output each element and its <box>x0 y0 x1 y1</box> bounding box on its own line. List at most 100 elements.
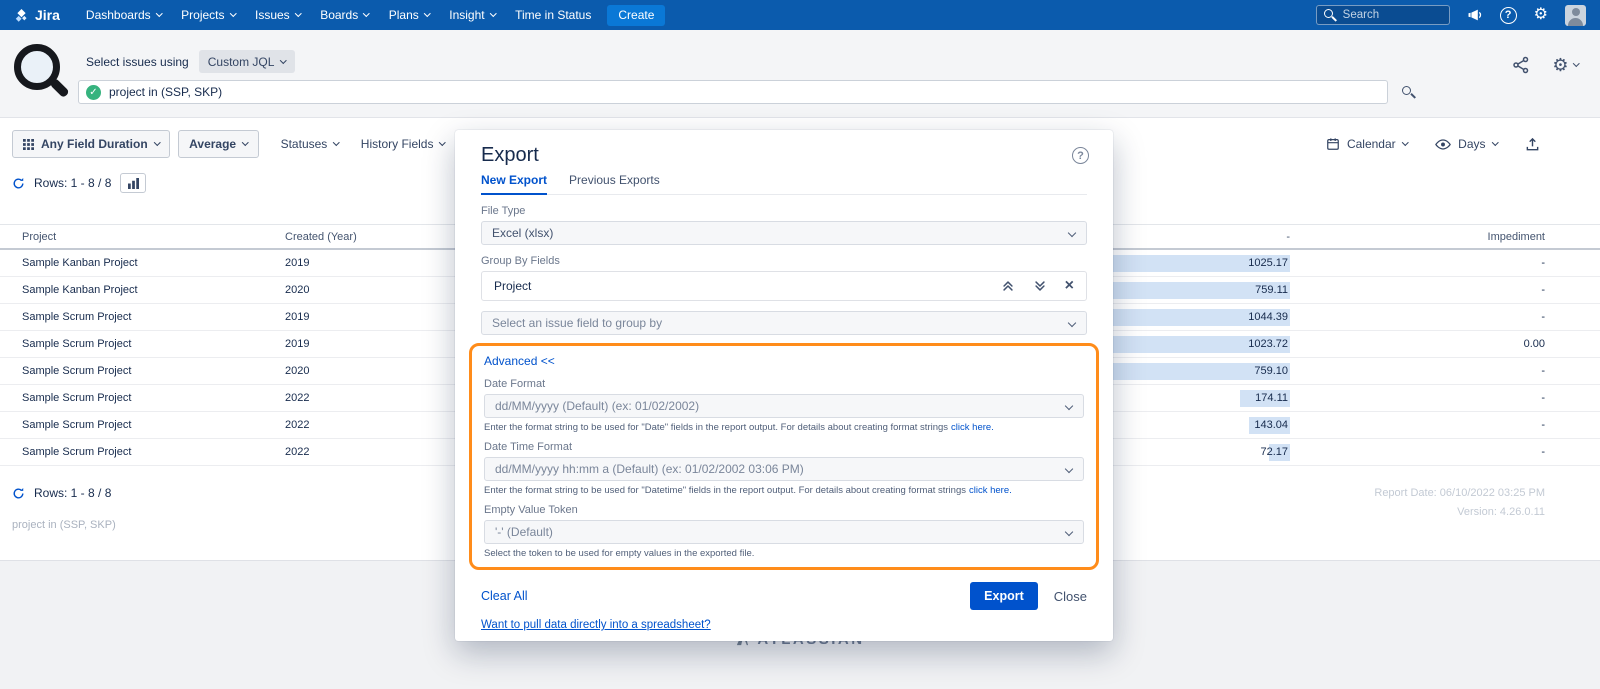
toolbar-right: Calendar Days <box>1326 137 1540 152</box>
move-down-icon[interactable] <box>1033 279 1047 293</box>
group-by-item: Project × <box>481 271 1087 301</box>
announcement-icon[interactable] <box>1467 7 1483 23</box>
refresh-icon[interactable] <box>12 487 25 500</box>
filter-actions: ⚙ <box>1512 56 1578 74</box>
move-up-icon[interactable] <box>1001 279 1015 293</box>
chevron-down-icon <box>1492 139 1498 145</box>
chevron-down-icon <box>1573 60 1579 66</box>
days-dropdown[interactable]: Days <box>1435 137 1497 151</box>
click-here-link[interactable]: click here. <box>969 485 1012 496</box>
create-button[interactable]: Create <box>607 5 665 26</box>
nav-right: ? ⚙ <box>1316 5 1586 26</box>
clear-all-link[interactable]: Clear All <box>481 589 528 603</box>
nav-item-boards[interactable]: Boards <box>320 8 369 22</box>
cell-project: Sample Scrum Project <box>0 446 285 458</box>
value-label: 1025.17 <box>1248 257 1290 269</box>
chevron-down-icon <box>295 10 301 16</box>
version-label: Version: 4.26.0.11 <box>1374 503 1545 522</box>
chevron-down-icon <box>156 10 162 16</box>
value-label: 759.10 <box>1254 365 1290 377</box>
nav-item-dashboards[interactable]: Dashboards <box>86 8 161 22</box>
value-label: 759.11 <box>1255 284 1290 296</box>
brand-label: Jira <box>35 7 60 23</box>
value-label: 143.04 <box>1254 419 1290 431</box>
date-format-select[interactable]: dd/MM/yyyy (Default) (ex: 01/02/2002) <box>484 394 1084 418</box>
statuses-dropdown[interactable]: Statuses <box>281 137 339 151</box>
group-item-label: Project <box>494 279 531 293</box>
column-header-impediment[interactable]: Impediment <box>1290 231 1600 243</box>
file-type-select[interactable]: Excel (xlsx) <box>481 221 1087 245</box>
value-label: 1023.72 <box>1248 338 1290 350</box>
export-icon <box>1525 137 1540 152</box>
help-icon[interactable]: ? <box>1500 7 1517 24</box>
datetime-format-select[interactable]: dd/MM/yyyy hh:mm a (Default) (ex: 01/02/… <box>484 457 1084 481</box>
export-report-button[interactable] <box>1525 137 1540 152</box>
empty-token-select[interactable]: '-' (Default) <box>484 520 1084 544</box>
report-settings-dropdown[interactable]: ⚙ <box>1552 56 1578 74</box>
nav-item-insight[interactable]: Insight <box>449 8 495 22</box>
column-header-project[interactable]: Project <box>0 231 285 243</box>
group-by-select[interactable]: Select an issue field to group by <box>481 311 1087 335</box>
spreadsheet-link[interactable]: Want to pull data directly into a spread… <box>481 619 711 631</box>
calendar-icon <box>1326 137 1340 151</box>
nav-item-time-in-status[interactable]: Time in Status <box>515 8 591 22</box>
chevron-down-icon <box>1065 402 1073 410</box>
rows-info-bottom: Rows: 1 - 8 / 8 <box>12 486 111 500</box>
click-here-link[interactable]: click here. <box>951 422 994 433</box>
history-fields-dropdown[interactable]: History Fields <box>361 137 445 151</box>
advanced-toggle-link[interactable]: Advanced << <box>484 354 555 368</box>
tab-previous-exports[interactable]: Previous Exports <box>569 173 660 194</box>
cell-project: Sample Scrum Project <box>0 311 285 323</box>
cell-impediment: - <box>1290 311 1600 323</box>
modal-footer: Clear All Export Close <box>481 582 1087 610</box>
nav-item-plans[interactable]: Plans <box>389 8 430 22</box>
nav-search-input[interactable] <box>1343 9 1442 21</box>
chart-toggle-button[interactable] <box>120 173 146 193</box>
cell-impediment: - <box>1290 365 1600 377</box>
refresh-icon[interactable] <box>12 177 25 190</box>
share-icon[interactable] <box>1512 56 1530 74</box>
calendar-dropdown[interactable]: Calendar <box>1326 137 1407 151</box>
cell-created-year: 2019 <box>285 257 455 269</box>
cell-project: Sample Kanban Project <box>0 257 285 269</box>
nav-item-projects[interactable]: Projects <box>181 8 235 22</box>
cell-project: Sample Scrum Project <box>0 419 285 431</box>
cell-created-year: 2022 <box>285 446 455 458</box>
export-modal: Export ? New Export Previous Exports Fil… <box>455 130 1113 641</box>
field-duration-dropdown[interactable]: Any Field Duration <box>12 130 170 158</box>
nav-menu: Dashboards Projects Issues Boards Plans Insig… <box>86 8 591 22</box>
chevron-down-icon <box>1065 528 1073 536</box>
close-button[interactable]: Close <box>1054 589 1087 604</box>
modal-title: Export <box>481 144 1087 167</box>
filter-section: Select issues using Custom JQL ✓ project… <box>0 30 1600 118</box>
nav-item-issues[interactable]: Issues <box>255 8 300 22</box>
chevron-down-icon <box>1065 465 1073 473</box>
cell-project: Sample Scrum Project <box>0 365 285 377</box>
cell-project: Sample Scrum Project <box>0 392 285 404</box>
group-item-actions: × <box>1001 278 1074 294</box>
aggregate-dropdown[interactable]: Average <box>178 130 258 158</box>
export-button[interactable]: Export <box>970 582 1038 610</box>
remove-icon[interactable]: × <box>1065 278 1074 294</box>
jira-logo[interactable]: Jira <box>14 7 60 23</box>
jql-mode-dropdown[interactable]: Custom JQL <box>199 50 295 73</box>
cell-created-year: 2020 <box>285 284 455 296</box>
top-navigation: Jira Dashboards Projects Issues Boards Plans… <box>0 0 1600 30</box>
modal-help-icon[interactable]: ? <box>1072 147 1089 164</box>
settings-icon[interactable]: ⚙ <box>1534 7 1548 23</box>
chevron-down-icon <box>363 10 369 16</box>
column-header-created-year[interactable]: Created (Year) <box>285 231 455 243</box>
value-label: 174.11 <box>1255 392 1290 404</box>
jql-search-icon[interactable] <box>1402 86 1415 99</box>
nav-search[interactable] <box>1316 5 1450 25</box>
avatar[interactable] <box>1565 5 1586 26</box>
cell-impediment: - <box>1290 446 1600 458</box>
jql-input[interactable]: ✓ project in (SSP, SKP) <box>78 80 1388 104</box>
cell-created-year: 2022 <box>285 392 455 404</box>
rows-count-label: Rows: 1 - 8 / 8 <box>34 486 111 500</box>
bar-chart-icon <box>127 178 140 189</box>
chevron-down-icon <box>490 10 496 16</box>
chevron-down-icon <box>154 139 160 145</box>
tab-new-export[interactable]: New Export <box>481 173 547 195</box>
chevron-down-icon <box>424 10 430 16</box>
